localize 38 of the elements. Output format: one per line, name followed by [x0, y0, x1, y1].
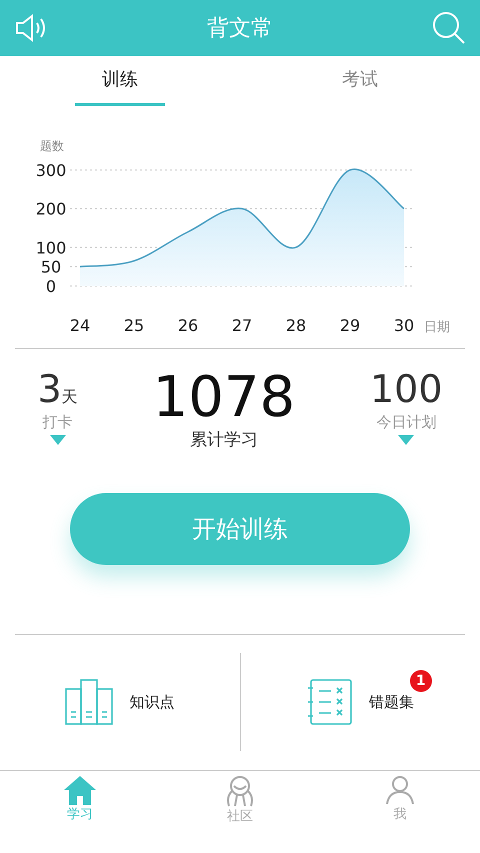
books-icon [65, 679, 114, 725]
search-icon[interactable] [432, 11, 466, 45]
x-tick-label: 24 [70, 316, 90, 335]
y-tick-label: 300 [36, 161, 66, 180]
stat-label: 累计学习 [188, 428, 259, 452]
axis-title: 题数 [40, 139, 64, 153]
notebook-icon [306, 679, 353, 725]
y-tick-label: 0 [46, 277, 56, 296]
axis-title: 日期 [424, 320, 450, 335]
stat-value: 3天 [37, 369, 78, 411]
app-title: 背文常 [207, 14, 273, 42]
stat-value: 100 [370, 369, 443, 411]
shortcut-label[interactable]: 知识点 [129, 693, 174, 711]
dropdown-icon[interactable] [50, 435, 66, 446]
dropdown-icon[interactable] [398, 435, 414, 446]
stat-label: 打卡 [42, 412, 74, 433]
speaker-icon[interactable] [14, 13, 48, 43]
person-icon [383, 775, 417, 805]
x-tick-label: 27 [232, 316, 252, 335]
x-tick-label: 28 [286, 316, 306, 335]
y-tick-label: 50 [40, 258, 62, 277]
tab[interactable]: 考试 [240, 56, 480, 106]
shortcut-label[interactable]: 错题集 [368, 693, 414, 711]
x-tick-label: 30 [394, 316, 414, 335]
tab[interactable]: 训练 [0, 56, 240, 106]
x-tick-label: 25 [124, 316, 144, 335]
y-tick-label: 200 [36, 200, 66, 219]
start-training-button[interactable]: 开始训练 [70, 493, 410, 565]
x-tick-label: 29 [340, 316, 360, 335]
count-badge: 1 [410, 670, 432, 692]
tab-bar-item[interactable]: 我 [320, 771, 480, 835]
y-tick-label: 100 [36, 238, 66, 258]
home-icon [63, 775, 97, 805]
x-tick-label: 26 [178, 316, 198, 335]
stat-value: 1078 [152, 369, 296, 428]
tab-bar-item[interactable]: 学习 [0, 771, 160, 835]
stat-label: 今日计划 [375, 412, 438, 433]
tab-bar-item[interactable]: 社区 [160, 771, 320, 835]
